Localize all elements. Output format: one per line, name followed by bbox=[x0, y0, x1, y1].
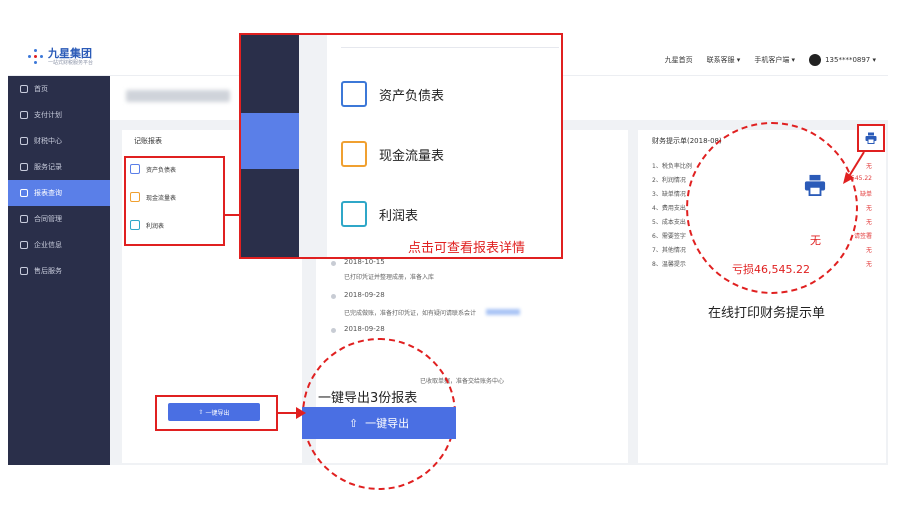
sidebar-item-report-query[interactable]: 报表查询 bbox=[8, 180, 110, 206]
timeline-dot bbox=[331, 294, 336, 299]
export-highlight-box bbox=[155, 395, 278, 431]
circle-none-value: 无 bbox=[810, 234, 821, 247]
wallet-icon bbox=[20, 111, 28, 119]
reports-highlight-box bbox=[124, 156, 225, 246]
sidebar-item-contracts[interactable]: 合同管理 bbox=[8, 206, 110, 232]
circle-loss-value: 亏损46,545.22 bbox=[732, 263, 810, 276]
popup-balance-sheet-link[interactable]: 资产负债表 bbox=[341, 81, 444, 107]
print-caption: 在线打印财务提示单 bbox=[708, 306, 826, 321]
timeline-text: 已完成做账，准备打印凭证，如有疑问请联系会计 bbox=[344, 310, 477, 317]
tip-row: 6、需要签字 bbox=[652, 233, 686, 240]
brand-subtitle: 一站式财税服务平台 bbox=[48, 60, 94, 66]
export-all-button-large[interactable]: ⇧ 一键导出 bbox=[302, 407, 456, 439]
tip-row: 2、利润情况 bbox=[652, 177, 686, 184]
record-icon bbox=[20, 163, 28, 171]
tip-row: 7、其他情况 bbox=[652, 247, 686, 254]
avatar[interactable] bbox=[809, 54, 822, 66]
report-zoom-popup: 资产负债表 现金流量表 利润表 点击可查看报表详情 bbox=[239, 33, 563, 259]
nav-mobile-menu[interactable]: 手机客户端 ▾ bbox=[754, 55, 795, 65]
tip-row: 3、缺单情况 bbox=[652, 191, 686, 198]
popup-cash-flow-link[interactable]: 现金流量表 bbox=[341, 141, 444, 167]
timeline-date: 2018-10-15 bbox=[344, 258, 385, 266]
income-statement-icon bbox=[341, 201, 367, 227]
nav-support-menu[interactable]: 联系客服 ▾ bbox=[707, 55, 741, 65]
brand-logo[interactable]: 九星集团 一站式财税服务平台 bbox=[28, 48, 93, 66]
timeline-dot bbox=[331, 328, 336, 333]
bell-icon bbox=[20, 267, 28, 275]
popup-divider bbox=[341, 47, 559, 48]
blurred-contact bbox=[486, 309, 520, 315]
print-tips-button[interactable] bbox=[857, 124, 885, 152]
finance-tips-title: 财务提示单(2018-08) bbox=[652, 137, 722, 145]
popup-caption: 点击可查看报表详情 bbox=[408, 241, 526, 256]
report-icon bbox=[20, 189, 28, 197]
tip-row: 4、费用支出 bbox=[652, 205, 686, 212]
popup-gutter bbox=[299, 35, 327, 257]
export-arrow-head bbox=[296, 407, 306, 419]
export-arrow-line bbox=[278, 412, 298, 414]
shield-icon bbox=[20, 137, 28, 145]
tip-row: 5、成本支出 bbox=[652, 219, 686, 226]
blurred-company-name bbox=[126, 90, 230, 102]
popup-income-statement-link[interactable]: 利润表 bbox=[341, 201, 418, 227]
timeline-date: 2018-09-28 bbox=[344, 291, 385, 299]
popup-sidebar-active bbox=[241, 113, 299, 169]
sidebar-item-service-records[interactable]: 服务记录 bbox=[8, 154, 110, 180]
sidebar-item-payment-plan[interactable]: 支付计划 bbox=[8, 102, 110, 128]
printer-icon bbox=[865, 132, 877, 144]
tip-value: 无 bbox=[865, 261, 872, 268]
export-caption: 一键导出3份报表 bbox=[318, 391, 418, 406]
sidebar: 首页 支付计划 财税中心 服务记录 报表查询 合同管理 企业信息 售后服务 bbox=[8, 76, 110, 465]
timeline-text: 已打印凭证并整理成册，准备入库 bbox=[344, 274, 435, 281]
sidebar-item-company-info[interactable]: 企业信息 bbox=[8, 232, 110, 258]
upload-icon: ⇧ bbox=[348, 416, 359, 430]
sidebar-item-after-sales[interactable]: 售后服务 bbox=[8, 258, 110, 284]
contract-icon bbox=[20, 215, 28, 223]
printer-large-icon bbox=[804, 174, 826, 196]
building-icon bbox=[20, 241, 28, 249]
sidebar-item-home[interactable]: 首页 bbox=[8, 76, 110, 102]
timeline-dot bbox=[331, 261, 336, 266]
timeline-date: 2018-09-28 bbox=[344, 325, 385, 333]
cash-flow-icon bbox=[341, 141, 367, 167]
tip-row: 8、温馨提示 bbox=[652, 261, 686, 268]
home-icon bbox=[20, 85, 28, 93]
star-logo-icon bbox=[28, 49, 44, 65]
sidebar-item-tax-center[interactable]: 财税中心 bbox=[8, 128, 110, 154]
nav-home-link[interactable]: 九星首页 bbox=[665, 55, 693, 65]
tip-row: 1、税负率比例 bbox=[652, 163, 692, 170]
balance-sheet-icon bbox=[341, 81, 367, 107]
brand-name: 九星集团 bbox=[48, 47, 92, 60]
user-account-menu[interactable]: 135****0897 ▾ bbox=[825, 56, 876, 64]
screen: 九星集团 一站式财税服务平台 九星首页 联系客服 ▾ 手机客户端 ▾ 135**… bbox=[0, 0, 902, 505]
top-nav: 九星首页 联系客服 ▾ 手机客户端 ▾ 135****0897 ▾ bbox=[651, 54, 876, 66]
